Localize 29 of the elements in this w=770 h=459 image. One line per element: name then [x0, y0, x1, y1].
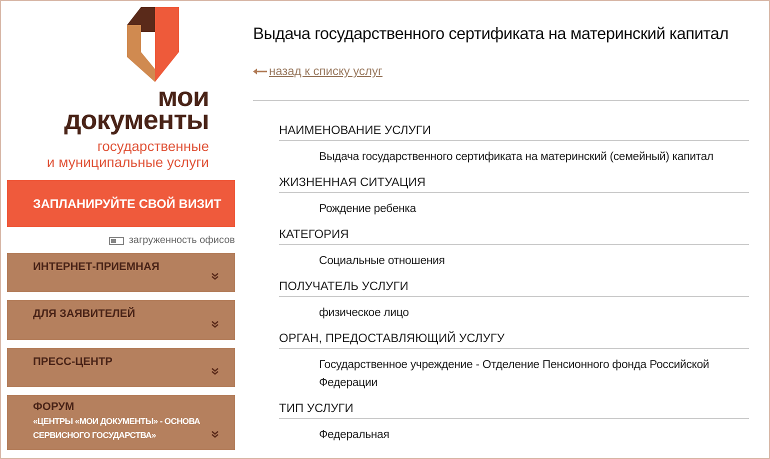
field-value: Федеральная: [318, 428, 390, 442]
back-link[interactable]: назад к списку услуг: [253, 64, 382, 78]
field-value: Государственное учреждение - Отделение Пенсионного фонда Российской Федерации: [318, 358, 710, 390]
battery-icon: [108, 236, 125, 245]
field-value: Рождение ребенка: [318, 202, 418, 216]
field-value: Социальные отношения: [318, 254, 446, 268]
menu-item[interactable]: ПРЕСС-ЦЕНТР: [7, 348, 235, 388]
field-value: Выдача государственного сертификата на материнский (семейный) капитал: [318, 150, 714, 164]
double-chevron-icon: [211, 320, 219, 328]
field-label: ЖИЗНЕННАЯ СИТУАЦИЯ: [279, 170, 749, 192]
field-value: физическое лицо: [318, 306, 410, 320]
page-title: Выдача государственного сертификата на материнский капитал: [253, 25, 730, 44]
office-load-link[interactable]: загруженность офисов: [128, 235, 235, 246]
field-label: КАТЕГОРИЯ: [279, 222, 749, 244]
double-chevron-icon: [211, 368, 219, 376]
field-label: ТИП УСЛУГИ: [279, 396, 749, 418]
arrow-left-icon: [253, 68, 267, 74]
double-chevron-icon: [211, 430, 219, 438]
field-label: ОРГАН, ПРЕДОСТАВЛЯЮЩИЙ УСЛУГУ: [279, 326, 749, 348]
logo-title: мои: [158, 86, 209, 109]
plan-visit-button[interactable]: ЗАПЛАНИРУЙТЕ СВОЙ ВИЗИТ: [7, 180, 235, 228]
field-label: ПОЛУЧАТЕЛЬ УСЛУГИ: [279, 274, 749, 296]
menu-item[interactable]: ФОРУМ «ЦЕНТРЫ «МОИ ДОКУМЕНТЫ» - ОСНОВА СЕРВИСНОГО ГОСУДАРСТВА»: [7, 395, 235, 450]
menu-item[interactable]: ДЛЯ ЗАЯВИТЕЛЕЙ: [7, 300, 235, 340]
double-chevron-icon: [211, 273, 219, 280]
logo-subtitle: и муниципальные услуги: [46, 154, 209, 170]
logo-subtitle: государственные: [97, 138, 209, 154]
menu-item[interactable]: ИНТЕРНЕТ-ПРИЕМНАЯ: [7, 253, 235, 292]
field-label: НАИМЕНОВАНИЕ УСЛУГИ: [279, 118, 749, 140]
